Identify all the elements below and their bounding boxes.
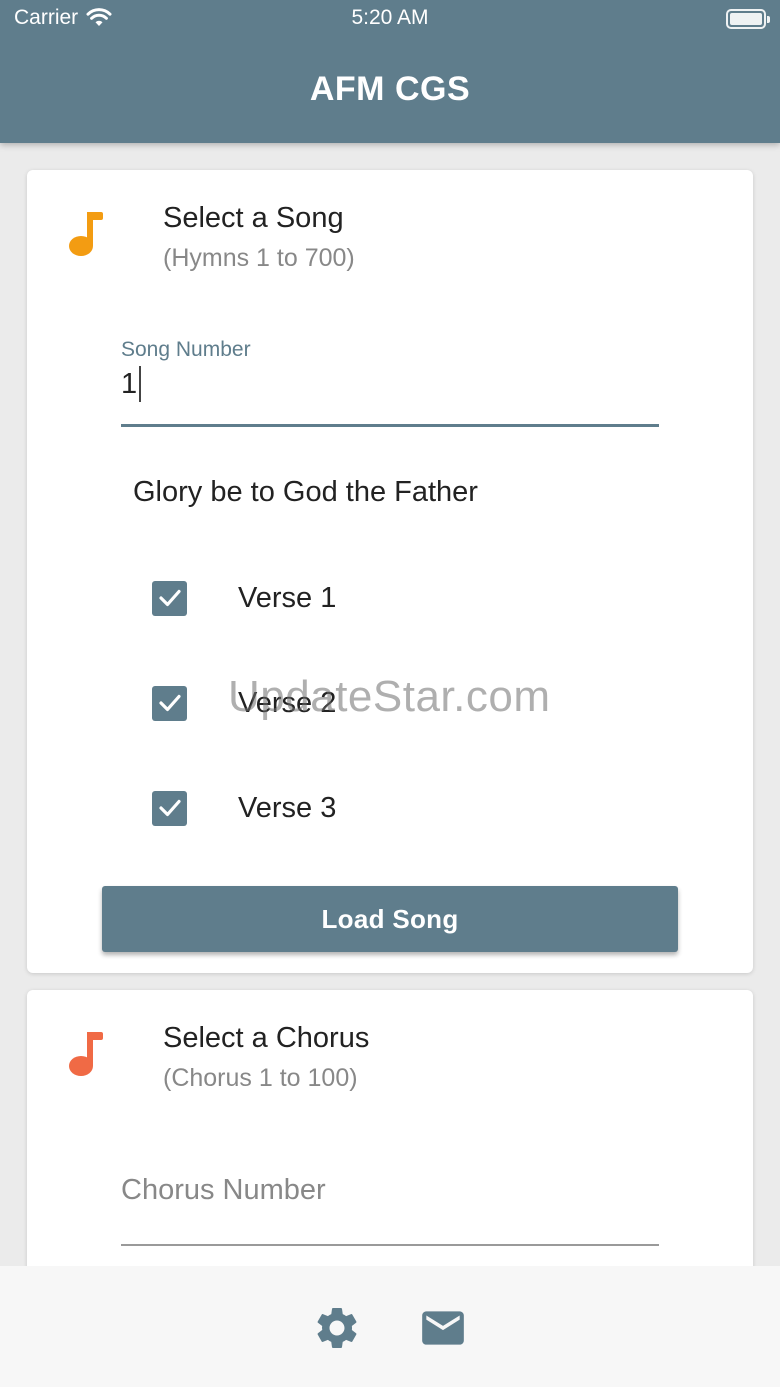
chorus-number-input[interactable]: Chorus Number — [121, 1174, 326, 1207]
song-card: Select a Song (Hymns 1 to 700) Song Numb… — [27, 170, 753, 973]
gear-icon[interactable] — [312, 1303, 362, 1353]
chorus-card: Select a Chorus (Chorus 1 to 100) Chorus… — [27, 990, 753, 1310]
verse-2-checkbox-row[interactable]: Verse 2 — [152, 683, 452, 723]
mail-icon[interactable] — [418, 1303, 468, 1353]
song-name: Glory be to God the Father — [133, 476, 478, 508]
music-note-icon — [69, 212, 103, 256]
music-note-icon — [69, 1032, 103, 1076]
check-icon — [158, 589, 181, 607]
song-number-underline — [121, 424, 659, 427]
chorus-card-title: Select a Chorus — [163, 1022, 370, 1054]
battery-icon — [726, 9, 770, 29]
check-icon — [158, 694, 181, 712]
page-title: AFM CGS — [309, 70, 471, 108]
song-card-title: Select a Song — [163, 202, 344, 234]
song-card-subtitle: (Hymns 1 to 700) — [163, 244, 355, 272]
app-bar: Carrier 5:20 AM AFM CGS — [0, 0, 780, 143]
verse-3-checkbox[interactable] — [152, 790, 187, 826]
song-number-value: 1 — [121, 367, 138, 400]
song-number-label: Song Number — [121, 338, 251, 361]
status-time: 5:20 AM — [351, 6, 429, 29]
verse-1-label: Verse 1 — [238, 581, 337, 614]
verse-2-checkbox[interactable] — [152, 685, 187, 721]
verse-3-checkbox-row[interactable]: Verse 3 — [152, 788, 452, 828]
text-caret — [139, 366, 142, 402]
chorus-card-subtitle: (Chorus 1 to 100) — [163, 1064, 358, 1092]
song-number-input[interactable]: 1 — [121, 366, 142, 402]
chorus-number-underline — [121, 1244, 659, 1246]
verse-1-checkbox[interactable] — [152, 580, 187, 616]
load-song-button[interactable]: Load Song — [102, 886, 678, 952]
bottom-bar — [0, 1266, 780, 1387]
check-icon — [158, 799, 181, 817]
verse-3-label: Verse 3 — [238, 791, 337, 824]
verse-1-checkbox-row[interactable]: Verse 1 — [152, 578, 452, 618]
verse-2-label: Verse 2 — [238, 686, 337, 719]
